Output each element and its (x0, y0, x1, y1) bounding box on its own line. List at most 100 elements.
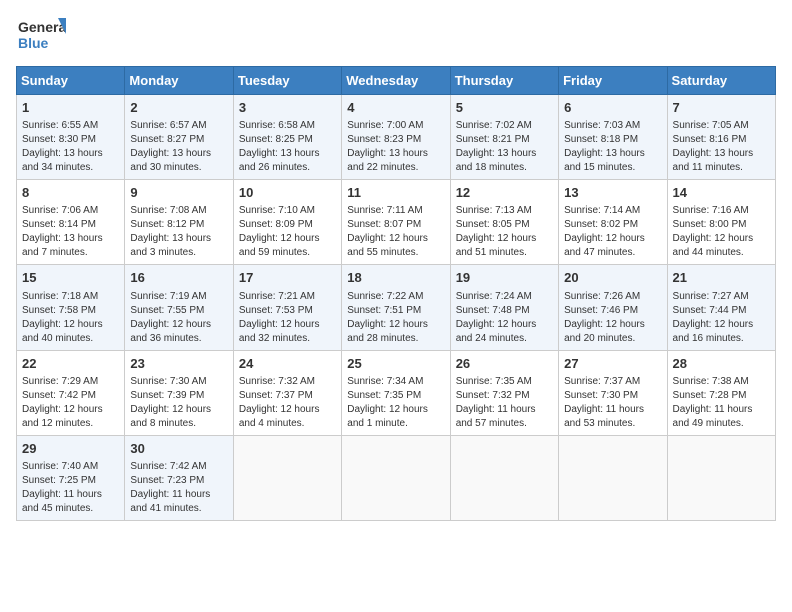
table-row: 30Sunrise: 7:42 AMSunset: 7:23 PMDayligh… (125, 435, 233, 520)
day-content: and 24 minutes. (456, 332, 553, 346)
day-number: 28 (673, 355, 770, 373)
day-content: and 16 minutes. (673, 332, 770, 346)
table-row: 20 Sunrise: 7:26 AMSunset: 7:46 PMDayligh… (559, 265, 667, 350)
day-content: Daylight: 12 hours (22, 318, 119, 332)
col-header-sunday: Sunday (17, 67, 125, 95)
day-content: and 18 minutes. (456, 161, 553, 175)
table-row: 12Sunrise: 7:13 AMSunset: 8:05 PMDayligh… (450, 180, 558, 265)
day-content: Sunset: 7:30 PM (564, 389, 661, 403)
day-content: and 40 minutes. (22, 332, 119, 346)
day-content: Sunrise: 7:06 AM (22, 204, 119, 218)
day-number: 6 (564, 99, 661, 117)
day-number: 16 (130, 269, 227, 287)
table-row: 4Sunrise: 7:00 AMSunset: 8:23 PMDaylight… (342, 95, 450, 180)
day-content: Sunset: 8:30 PM (22, 133, 119, 147)
day-content: and 47 minutes. (564, 246, 661, 260)
day-content: Sunrise: 7:24 AM (456, 290, 553, 304)
table-row (342, 435, 450, 520)
day-content: Daylight: 13 hours (130, 147, 227, 161)
day-content: Sunrise: 7:21 AM (239, 290, 336, 304)
day-content: and 36 minutes. (130, 332, 227, 346)
day-number: 19 (456, 269, 553, 287)
day-content: Daylight: 11 hours (22, 488, 119, 502)
day-content: and 49 minutes. (673, 417, 770, 431)
table-row: 9Sunrise: 7:08 AMSunset: 8:12 PMDaylight… (125, 180, 233, 265)
day-content: Daylight: 12 hours (347, 318, 444, 332)
day-content: Daylight: 12 hours (347, 403, 444, 417)
day-content: Sunrise: 7:16 AM (673, 204, 770, 218)
day-content: and 41 minutes. (130, 502, 227, 516)
day-content: Sunrise: 7:26 AM (564, 290, 661, 304)
day-content: Daylight: 12 hours (347, 232, 444, 246)
day-content: Daylight: 13 hours (347, 147, 444, 161)
day-content: Sunset: 7:35 PM (347, 389, 444, 403)
day-content: Daylight: 12 hours (673, 232, 770, 246)
day-content: Sunrise: 7:34 AM (347, 375, 444, 389)
day-content: Sunset: 8:05 PM (456, 218, 553, 232)
table-row (450, 435, 558, 520)
table-row: 25Sunrise: 7:34 AMSunset: 7:35 PMDayligh… (342, 350, 450, 435)
day-content: Sunset: 7:58 PM (22, 304, 119, 318)
logo: General Blue (16, 16, 66, 58)
day-content: Sunset: 7:46 PM (564, 304, 661, 318)
col-header-wednesday: Wednesday (342, 67, 450, 95)
day-content: Daylight: 12 hours (239, 232, 336, 246)
day-content: Daylight: 12 hours (564, 318, 661, 332)
day-number: 20 (564, 269, 661, 287)
day-content: Sunset: 7:55 PM (130, 304, 227, 318)
day-content: Daylight: 12 hours (456, 318, 553, 332)
day-content: Sunset: 8:16 PM (673, 133, 770, 147)
day-content: and 44 minutes. (673, 246, 770, 260)
day-content: Sunrise: 7:42 AM (130, 460, 227, 474)
table-row: 17Sunrise: 7:21 AMSunset: 7:53 PMDayligh… (233, 265, 341, 350)
day-content: Sunrise: 7:11 AM (347, 204, 444, 218)
day-content: and 57 minutes. (456, 417, 553, 431)
table-row (667, 435, 775, 520)
table-row: 2Sunrise: 6:57 AMSunset: 8:27 PMDaylight… (125, 95, 233, 180)
day-content: Sunrise: 7:35 AM (456, 375, 553, 389)
table-row: 5Sunrise: 7:02 AMSunset: 8:21 PMDaylight… (450, 95, 558, 180)
day-content: Daylight: 13 hours (456, 147, 553, 161)
table-row: 19Sunrise: 7:24 AMSunset: 7:48 PMDayligh… (450, 265, 558, 350)
day-content: Sunset: 7:23 PM (130, 474, 227, 488)
table-row: 18Sunrise: 7:22 AMSunset: 7:51 PMDayligh… (342, 265, 450, 350)
table-row: 23Sunrise: 7:30 AMSunset: 7:39 PMDayligh… (125, 350, 233, 435)
day-content: and 53 minutes. (564, 417, 661, 431)
day-content: Sunrise: 7:22 AM (347, 290, 444, 304)
day-content: Sunset: 8:12 PM (130, 218, 227, 232)
day-content: Daylight: 11 hours (130, 488, 227, 502)
col-header-friday: Friday (559, 67, 667, 95)
day-content: Daylight: 11 hours (456, 403, 553, 417)
table-row: 13Sunrise: 7:14 AMSunset: 8:02 PMDayligh… (559, 180, 667, 265)
day-content: Daylight: 12 hours (673, 318, 770, 332)
day-content: Sunset: 7:28 PM (673, 389, 770, 403)
day-number: 1 (22, 99, 119, 117)
day-number: 11 (347, 184, 444, 202)
table-row (233, 435, 341, 520)
day-content: Sunset: 7:51 PM (347, 304, 444, 318)
day-content: and 12 minutes. (22, 417, 119, 431)
day-number: 21 (673, 269, 770, 287)
day-content: Sunrise: 7:37 AM (564, 375, 661, 389)
day-content: and 32 minutes. (239, 332, 336, 346)
day-content: Sunrise: 7:27 AM (673, 290, 770, 304)
day-content: and 7 minutes. (22, 246, 119, 260)
table-row: 10Sunrise: 7:10 AMSunset: 8:09 PMDayligh… (233, 180, 341, 265)
day-content: Daylight: 12 hours (456, 232, 553, 246)
header: General Blue (16, 16, 776, 58)
day-content: Daylight: 12 hours (130, 403, 227, 417)
day-content: Sunset: 8:23 PM (347, 133, 444, 147)
day-content: Sunset: 8:09 PM (239, 218, 336, 232)
day-content: and 4 minutes. (239, 417, 336, 431)
day-content: Daylight: 11 hours (564, 403, 661, 417)
day-content: Sunrise: 7:13 AM (456, 204, 553, 218)
day-content: and 51 minutes. (456, 246, 553, 260)
day-content: Daylight: 12 hours (239, 403, 336, 417)
col-header-thursday: Thursday (450, 67, 558, 95)
day-content: Sunset: 8:25 PM (239, 133, 336, 147)
day-number: 9 (130, 184, 227, 202)
day-content: Daylight: 13 hours (22, 147, 119, 161)
day-number: 23 (130, 355, 227, 373)
day-content: Sunrise: 7:08 AM (130, 204, 227, 218)
day-content: Sunrise: 7:32 AM (239, 375, 336, 389)
